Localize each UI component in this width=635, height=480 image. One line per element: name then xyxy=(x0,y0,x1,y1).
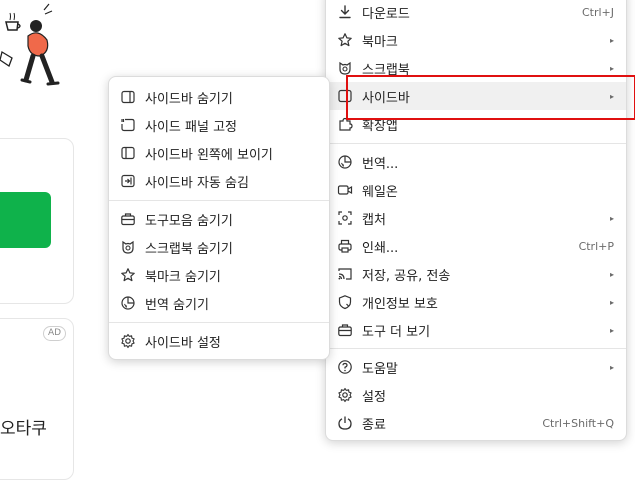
download-icon xyxy=(337,4,353,20)
green-button[interactable] xyxy=(0,192,51,248)
submenu-item-hide-scrapbook[interactable]: 스크랩북 숨기기 xyxy=(109,233,329,261)
chevron-right-icon: ▸ xyxy=(609,269,614,279)
menu-separator xyxy=(326,348,626,349)
scrapbook-icon xyxy=(120,239,136,255)
video-icon xyxy=(337,182,353,198)
menu-item-bookmarks[interactable]: 북마크 ▸ xyxy=(326,26,626,54)
chevron-right-icon: ▸ xyxy=(609,297,614,307)
submenu-item-hide-sidebar[interactable]: 사이드바 숨기기 xyxy=(109,83,329,111)
auto-hide-icon xyxy=(120,173,136,189)
submenu-item-hide-toolbar[interactable]: 도구모음 숨기기 xyxy=(109,205,329,233)
menu-item-exit[interactable]: 종료 Ctrl+Shift+Q xyxy=(326,409,626,437)
menu-item-print[interactable]: 인쇄... Ctrl+P xyxy=(326,232,626,260)
menu-item-capture[interactable]: 캡처 ▸ xyxy=(326,204,626,232)
submenu-item-pin-side-panel[interactable]: 사이드 패널 고정 xyxy=(109,111,329,139)
chevron-right-icon: ▸ xyxy=(609,213,614,223)
gear-icon xyxy=(337,387,353,403)
submenu-item-sidebar-left[interactable]: 사이드바 왼쪽에 보이기 xyxy=(109,139,329,167)
menu-item-downloads[interactable]: 다운로드 Ctrl+J xyxy=(326,0,626,26)
help-icon xyxy=(337,359,353,375)
sidebar-panel-icon xyxy=(120,89,136,105)
menu-separator xyxy=(326,143,626,144)
gear-icon xyxy=(120,333,136,349)
scrapbook-icon xyxy=(337,60,353,76)
menu-separator xyxy=(109,322,329,323)
background-text: 오타쿠 xyxy=(0,419,47,439)
translate-icon xyxy=(337,154,353,170)
menu-item-help[interactable]: 도움말 ▸ xyxy=(326,353,626,381)
menu-item-settings[interactable]: 설정 xyxy=(326,381,626,409)
menu-item-more-tools[interactable]: 도구 더 보기 ▸ xyxy=(326,316,626,344)
power-icon xyxy=(337,415,353,431)
star-icon xyxy=(337,32,353,48)
toolbox-icon xyxy=(120,211,136,227)
browser-main-menu: 다운로드 Ctrl+J 북마크 ▸ 스크랩북 ▸ 사이드바 ▸ 확장앱 번역.. xyxy=(325,0,627,441)
translate-icon xyxy=(120,295,136,311)
menu-separator xyxy=(109,200,329,201)
menu-item-privacy[interactable]: 개인정보 보호 ▸ xyxy=(326,288,626,316)
capture-icon xyxy=(337,210,353,226)
chevron-right-icon: ▸ xyxy=(609,362,614,372)
background-ad-card xyxy=(0,318,74,480)
chevron-right-icon: ▸ xyxy=(609,35,614,45)
sidebar-left-icon xyxy=(120,145,136,161)
submenu-item-sidebar-settings[interactable]: 사이드바 설정 xyxy=(109,327,329,355)
shield-icon xyxy=(337,294,353,310)
cast-icon xyxy=(337,266,353,282)
printer-icon xyxy=(337,238,353,254)
chevron-right-icon: ▸ xyxy=(609,63,614,73)
highlight-box xyxy=(346,75,635,120)
toolbox-icon xyxy=(337,322,353,338)
menu-item-save-share-send[interactable]: 저장, 공유, 전송 ▸ xyxy=(326,260,626,288)
star-icon xyxy=(120,267,136,283)
menu-item-whaleon[interactable]: 웨일온 xyxy=(326,176,626,204)
submenu-item-hide-translate[interactable]: 번역 숨기기 xyxy=(109,289,329,317)
ad-badge: AD xyxy=(43,326,67,341)
pin-panel-icon xyxy=(120,117,136,133)
sidebar-submenu: 사이드바 숨기기 사이드 패널 고정 사이드바 왼쪽에 보이기 사이드바 자동 … xyxy=(108,76,330,360)
header-illustration xyxy=(0,0,70,95)
submenu-item-auto-hide[interactable]: 사이드바 자동 숨김 xyxy=(109,167,329,195)
submenu-item-hide-bookmarks[interactable]: 북마크 숨기기 xyxy=(109,261,329,289)
menu-item-translate[interactable]: 번역... xyxy=(326,148,626,176)
chevron-right-icon: ▸ xyxy=(609,325,614,335)
